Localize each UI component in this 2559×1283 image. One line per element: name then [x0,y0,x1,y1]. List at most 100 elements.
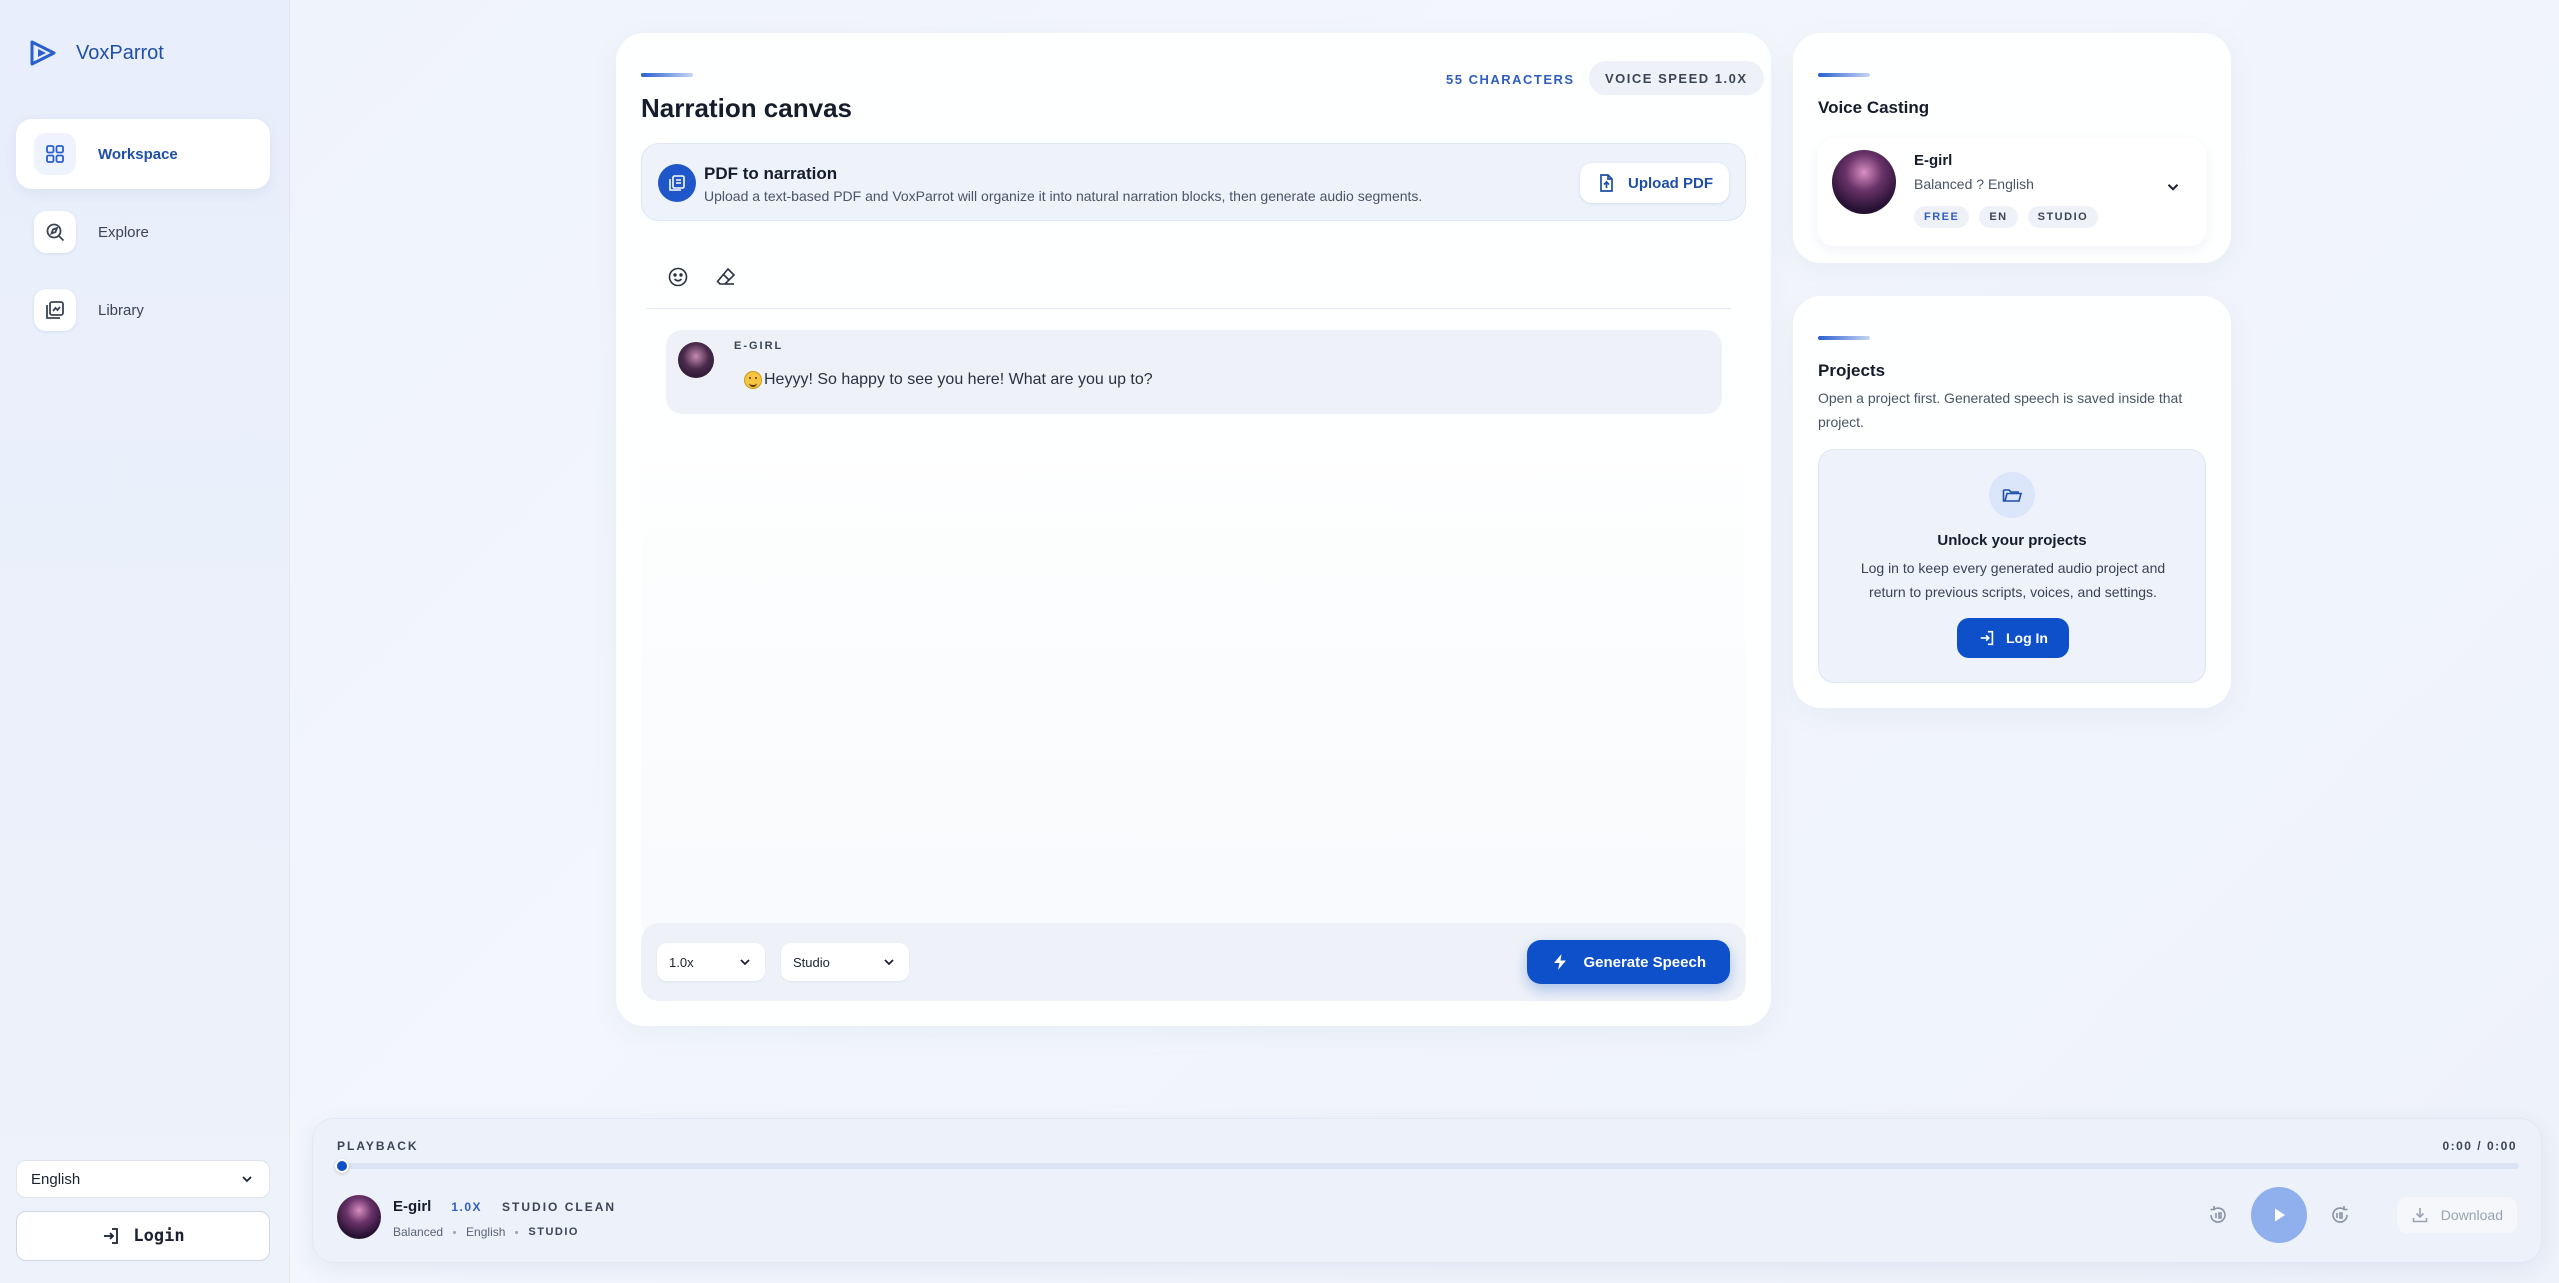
playback-voice-row: E-girl 1.0X STUDIO CLEAN [393,1198,616,1215]
chevron-down-icon [242,1176,252,1183]
page-title: Narration canvas [641,93,852,123]
library-icon [34,289,76,331]
play-icon [2274,1208,2285,1222]
sidebar-item-library[interactable]: Library [16,275,270,345]
voice-tags: FREE EN STUDIO [1914,206,2099,228]
avatar [1832,150,1896,214]
playback-meta-language: English [466,1225,506,1239]
language-value: English [31,1170,81,1188]
unlock-description: Log in to keep every generated audio pro… [1860,560,2166,600]
chevron-down-icon [884,959,894,966]
narration-canvas-card: Narration canvas 55 CHARACTERS VOICE SPE… [616,33,1771,1026]
accent-line [1818,73,1870,77]
download-button[interactable]: Download [2396,1197,2517,1233]
explore-icon [34,211,76,253]
rewind-icon [2209,1206,2226,1223]
voice-speed-badge: VOICE SPEED 1.0X [1589,61,1764,95]
playback-bar: PLAYBACK 0:00 / 0:00 E-girl 1.0X STUDIO … [312,1118,2542,1263]
rewind-10-button[interactable] [2203,1200,2233,1230]
download-icon [2412,1208,2428,1223]
accent-line [1818,336,1870,340]
separator-dot [515,1230,519,1234]
upload-pdf-button[interactable]: Upload PDF [1580,163,1729,203]
editor-toolbar [666,265,738,289]
playback-mode: STUDIO CLEAN [502,1199,617,1214]
playback-controls: Download [2203,1187,2517,1243]
folder-open-icon [1989,472,2035,518]
upload-label: Upload PDF [1628,174,1713,192]
avatar [678,342,714,378]
generation-controls: 1.0x Studio Generate Speech [641,923,1746,1001]
login-button[interactable]: Login [16,1211,270,1261]
playback-voice-name: E-girl [393,1198,432,1215]
brand-name: VoxParrot [76,41,164,64]
play-button[interactable] [2250,1187,2307,1243]
brand[interactable]: VoxParrot [28,38,164,68]
segment-speaker: E-GIRL [734,340,784,352]
segment-text-row[interactable]: Heyyy! So happy to see you here! What ar… [744,371,1153,389]
avatar [337,1195,381,1239]
voice-meta: Balanced ? English [1914,176,2034,192]
divider [646,308,1731,309]
generate-speech-button[interactable]: Generate Speech [1527,940,1730,984]
speed-select-value: 1.0x [669,954,694,970]
voice-name: E-girl [1914,152,1953,169]
playback-label: PLAYBACK [337,1139,419,1153]
playback-meta: Balanced English STUDIO [393,1225,579,1239]
projects-login-button[interactable]: Log In [1957,618,2069,658]
tag-studio: STUDIO [2027,206,2099,228]
accent-line [641,73,693,77]
projects-login-label: Log In [2006,630,2048,646]
pdf-icon [658,164,696,202]
sidebar-item-label: Explore [98,223,149,241]
sidebar-item-label: Workspace [98,145,178,163]
playback-meta-style: Balanced [393,1225,444,1239]
eraser-icon[interactable] [714,265,738,289]
chevron-down-icon[interactable] [2164,178,2182,196]
quality-select[interactable]: Studio [781,943,909,981]
tag-en: EN [1979,206,2018,228]
generate-label: Generate Speech [1583,953,1706,971]
pdf-description: Upload a text-based PDF and VoxParrot wi… [704,188,1423,204]
narration-segment[interactable]: E-GIRL Heyyy! So happy to see you here! … [666,330,1722,414]
pdf-title: PDF to narration [704,164,838,183]
forward-10-button[interactable] [2325,1200,2355,1230]
projects-title: Projects [1818,361,1886,380]
sidebar-item-workspace[interactable]: Workspace [16,119,270,189]
playback-speed: 1.0X [451,1199,483,1214]
chevron-down-icon [740,959,750,966]
voxparrot-logo-icon [30,40,56,66]
sidebar-item-label: Library [98,301,144,319]
projects-card: Projects Open a project first. Generated… [1793,296,2231,708]
tag-free: FREE [1914,206,1970,228]
emoji-icon[interactable] [666,265,690,289]
narration-editor-area[interactable] [641,428,1746,933]
sidebar: VoxParrot Workspace Explore Library Engl… [0,0,290,1283]
smile-emoji-icon [744,371,762,389]
voice-casting-card: Voice Casting E-girl Balanced ? English … [1793,33,2231,263]
language-select[interactable]: English [16,1160,270,1198]
character-count: 55 CHARACTERS [1446,71,1575,87]
sidebar-item-explore[interactable]: Explore [16,197,270,267]
playback-progress-track[interactable] [335,1159,2519,1173]
playback-progress-thumb[interactable] [335,1159,349,1173]
speed-select[interactable]: 1.0x [657,943,765,981]
quality-select-value: Studio [793,954,830,970]
unlock-projects-box: Unlock your projects Log in to keep ever… [1818,449,2206,683]
voice-casting-title: Voice Casting [1818,98,1930,117]
voice-selector[interactable]: E-girl Balanced ? English FREE EN STUDIO [1818,138,2206,246]
login-icon [1980,630,1994,646]
upload-file-icon [1600,174,1613,192]
forward-icon [2331,1206,2348,1223]
playback-time: 0:00 / 0:00 [2442,1139,2517,1153]
separator-dot [453,1230,457,1234]
lightning-icon [1554,954,1567,970]
pdf-to-narration-bar: PDF to narration Upload a text-based PDF… [641,143,1746,221]
playback-meta-quality: STUDIO [528,1226,579,1238]
unlock-title: Unlock your projects [1937,532,2087,549]
projects-description: Open a project first. Generated speech i… [1818,390,2183,430]
download-label: Download [2440,1207,2503,1223]
login-icon [104,1228,119,1244]
grid-icon [34,133,76,175]
segment-text: Heyyy! So happy to see you here! What ar… [764,371,1153,388]
